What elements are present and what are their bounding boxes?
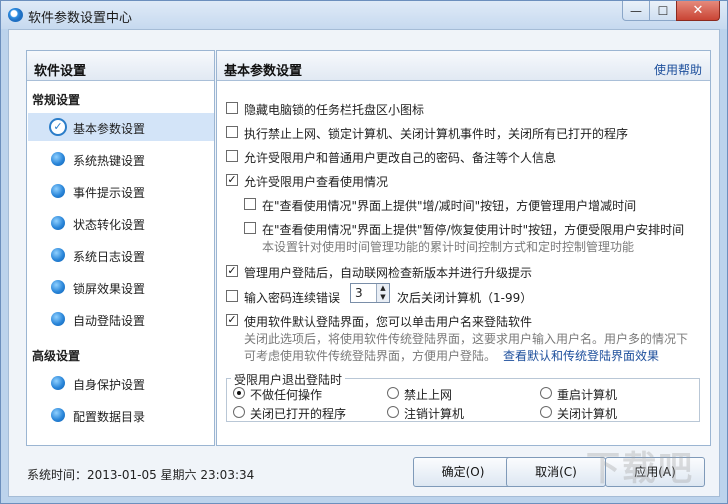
client-area: 软件设置 常规设置 ✓ 基本参数设置 系统热键设置 事件提示设置 状态转化设置 … bbox=[8, 29, 720, 497]
sidebar-item-data-dir[interactable]: 配置数据目录 bbox=[28, 401, 214, 429]
radio-shutdown[interactable] bbox=[540, 406, 552, 418]
sidebar-item-label: 事件提示设置 bbox=[73, 186, 146, 200]
pause-timer-checkbox[interactable] bbox=[244, 222, 256, 234]
login-note-line1: 关闭此选项后，将使用软件传统登陆界面，这要求用户输入用户名。用户多的情况下 bbox=[244, 332, 689, 346]
option-label: 允许受限用户和普通用户更改自己的密码、备注等个人信息 bbox=[244, 151, 557, 165]
radio-label: 不做任何操作 bbox=[250, 388, 323, 402]
watermark-logo: 下载吧 bbox=[586, 449, 694, 489]
sidebar-item-system-log[interactable]: 系统日志设置 bbox=[28, 241, 214, 269]
password-error-checkbox[interactable] bbox=[226, 290, 238, 302]
hide-tray-icon-checkbox[interactable] bbox=[226, 102, 238, 114]
sidebar-item-self-protect[interactable]: 自身保护设置 bbox=[28, 369, 214, 397]
radio-label: 关闭计算机 bbox=[557, 407, 618, 421]
blue-orb-icon bbox=[51, 376, 65, 390]
settings-content: 基本参数设置 使用帮助 隐藏电脑锁的任务栏托盘区小图标 执行禁止上网、锁定计算机… bbox=[216, 50, 711, 446]
sidebar-item-label: 配置数据目录 bbox=[73, 410, 146, 424]
sidebar-item-label: 自动登陆设置 bbox=[73, 314, 146, 328]
content-title: 基本参数设置 bbox=[217, 51, 710, 81]
title-bar[interactable]: 软件参数设置中心 — ☐ ✕ bbox=[1, 1, 727, 29]
blue-orb-icon bbox=[51, 312, 65, 326]
blue-orb-icon bbox=[51, 152, 65, 166]
help-link[interactable]: 使用帮助 bbox=[654, 61, 702, 78]
close-programs-checkbox[interactable] bbox=[226, 126, 238, 138]
blue-orb-icon bbox=[51, 184, 65, 198]
blue-orb-icon bbox=[51, 216, 65, 230]
allow-view-usage-checkbox[interactable]: ✓ bbox=[226, 174, 238, 186]
option-label: 使用软件默认登陆界面，您可以单击用户名来登陆软件 bbox=[244, 315, 533, 329]
settings-window: 软件参数设置中心 — ☐ ✕ 软件设置 常规设置 ✓ 基本参数设置 系统热键设置… bbox=[0, 0, 728, 504]
radio-label: 禁止上网 bbox=[404, 388, 453, 402]
add-reduce-time-checkbox[interactable] bbox=[244, 198, 256, 210]
window-title: 软件参数设置中心 bbox=[28, 11, 133, 26]
option-label: 输入密码连续错误 bbox=[244, 291, 341, 305]
ok-button[interactable]: 确定(O) bbox=[413, 457, 513, 487]
check-circle-icon: ✓ bbox=[49, 118, 67, 136]
app-icon bbox=[8, 8, 23, 22]
sidebar-item-auto-login[interactable]: 自动登陆设置 bbox=[28, 305, 214, 333]
stepper-value: 3 bbox=[355, 286, 363, 300]
option-label: 执行禁止上网、锁定计算机、关闭计算机事件时，关闭所有已打开的程序 bbox=[244, 127, 629, 141]
radio-logoff[interactable] bbox=[387, 406, 399, 418]
minimize-button[interactable]: — bbox=[622, 1, 650, 21]
radio-close-programs[interactable] bbox=[233, 406, 245, 418]
auto-update-checkbox[interactable]: ✓ bbox=[226, 265, 238, 277]
login-note-line2: 可考虑使用软件传统登陆界面，方便用户登陆。 bbox=[244, 349, 497, 363]
close-button[interactable]: ✕ bbox=[676, 1, 720, 21]
sidebar-item-label: 系统日志设置 bbox=[73, 250, 146, 264]
password-count-stepper[interactable]: 3 ▲ ▼ bbox=[350, 283, 390, 303]
sidebar-item-label: 系统热键设置 bbox=[73, 154, 146, 168]
option-label: 在"查看使用情况"界面上提供"暂停/恢复使用计时"按钮，方便受限用户安排时间 bbox=[262, 223, 685, 237]
radio-label: 重启计算机 bbox=[557, 388, 618, 402]
radio-label: 注销计算机 bbox=[404, 407, 465, 421]
sidebar-item-event-tips[interactable]: 事件提示设置 bbox=[28, 177, 214, 205]
stepper-up-icon[interactable]: ▲ bbox=[376, 284, 389, 293]
sidebar-item-hotkeys[interactable]: 系统热键设置 bbox=[28, 145, 214, 173]
compare-login-ui-link[interactable]: 查看默认和传统登陆界面效果 bbox=[503, 347, 659, 364]
logout-action-group: 受限用户退出登陆时 不做任何操作 禁止上网 重启计算机 关闭已打开的程序 注销计… bbox=[226, 371, 700, 422]
blue-orb-icon bbox=[51, 248, 65, 262]
blue-orb-icon bbox=[51, 408, 65, 422]
option-label: 在"查看使用情况"界面上提供"增/减时间"按钮，方便管理用户增减时间 bbox=[262, 199, 637, 213]
sidebar-item-state-convert[interactable]: 状态转化设置 bbox=[28, 209, 214, 237]
sidebar-item-label: 锁屏效果设置 bbox=[73, 282, 146, 296]
sidebar-item-label: 状态转化设置 bbox=[73, 218, 146, 232]
sidebar-item-lockscreen[interactable]: 锁屏效果设置 bbox=[28, 273, 214, 301]
allow-edit-profile-checkbox[interactable] bbox=[226, 150, 238, 162]
radio-label: 关闭已打开的程序 bbox=[250, 407, 347, 421]
sidebar-item-label: 基本参数设置 bbox=[73, 122, 146, 136]
settings-sidebar: 软件设置 常规设置 ✓ 基本参数设置 系统热键设置 事件提示设置 状态转化设置 … bbox=[26, 50, 215, 446]
maximize-button[interactable]: ☐ bbox=[649, 1, 677, 21]
option-label: 隐藏电脑锁的任务栏托盘区小图标 bbox=[244, 103, 425, 117]
stepper-down-icon[interactable]: ▼ bbox=[376, 293, 389, 302]
sidebar-group-advanced: 高级设置 bbox=[32, 349, 81, 363]
sidebar-item-label: 自身保护设置 bbox=[73, 378, 146, 392]
option-label: 允许受限用户查看使用情况 bbox=[244, 175, 389, 189]
password-suffix-label: 次后关闭计算机（1-99） bbox=[397, 291, 533, 305]
timer-note: 本设置针对使用时间管理功能的累计时间控制方式和定时控制管理功能 bbox=[262, 240, 635, 254]
option-label: 管理用户登陆后，自动联网检查新版本并进行升级提示 bbox=[244, 266, 533, 280]
radio-restart[interactable] bbox=[540, 387, 552, 399]
radio-no-action[interactable] bbox=[233, 387, 245, 399]
sidebar-item-basic-params[interactable]: ✓ 基本参数设置 bbox=[28, 113, 214, 141]
system-time: 系统时间：2013-01-05 星期六 23:03:34 bbox=[27, 468, 255, 482]
radio-block-internet[interactable] bbox=[387, 387, 399, 399]
sidebar-group-general: 常规设置 bbox=[32, 93, 81, 107]
sidebar-title: 软件设置 bbox=[27, 51, 214, 81]
blue-orb-icon bbox=[51, 280, 65, 294]
default-login-ui-checkbox[interactable]: ✓ bbox=[226, 314, 238, 326]
